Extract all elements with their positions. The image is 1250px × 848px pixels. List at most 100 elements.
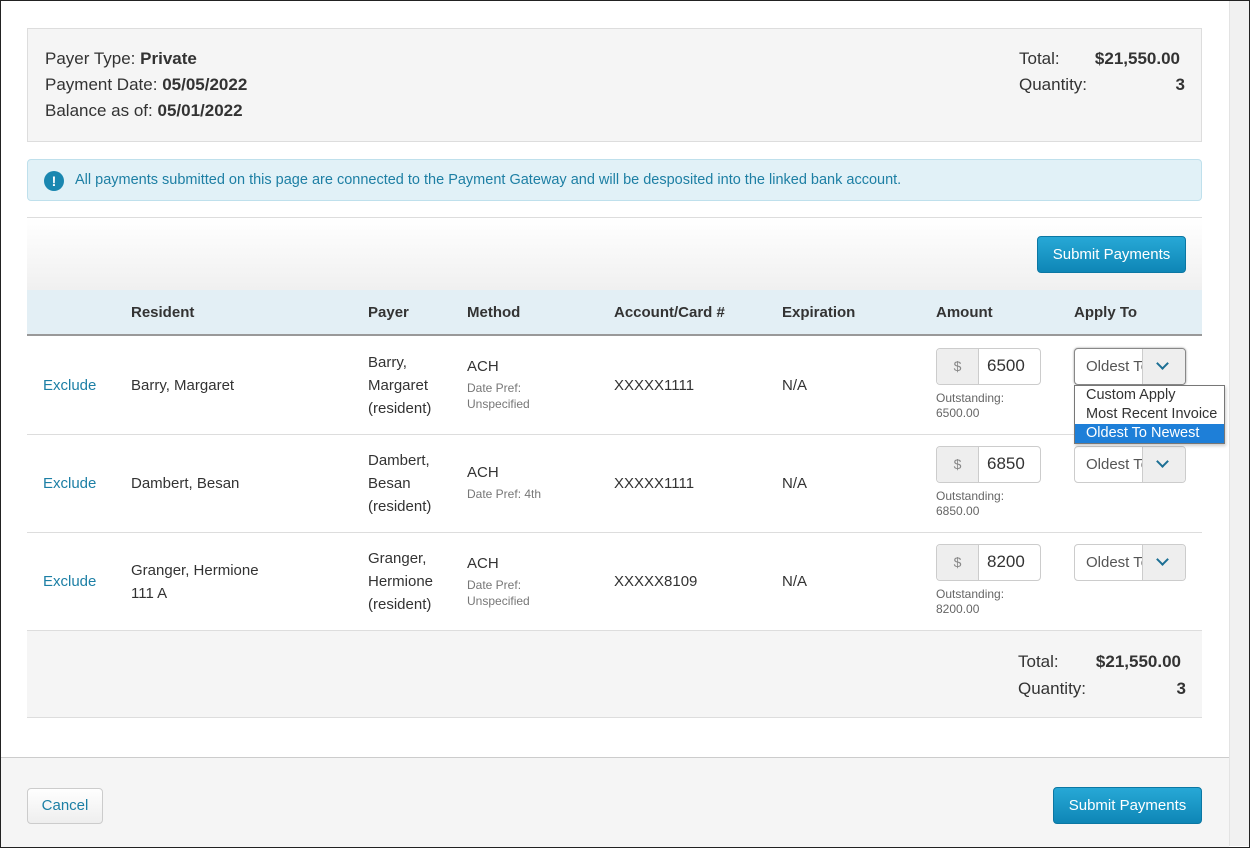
outstanding-label: Outstanding: [936,489,1005,503]
resident-name: Granger, Hermione [131,562,259,579]
account-number: XXXXX8109 [614,573,698,590]
apply-to-select[interactable]: Oldest To Newest [1074,446,1186,483]
dropdown-arrow[interactable] [1142,349,1185,384]
date-pref-label: Date Pref: [467,578,522,592]
payment-summary-panel: Payer Type: Private Payment Date: 05/05/… [27,28,1202,142]
submit-payments-button-bottom[interactable]: Submit Payments [1053,787,1202,824]
apply-to-select[interactable]: Oldest To Newest [1074,544,1186,581]
method-cell: ACH Date Pref: Unspecified [467,355,530,412]
payer-name-line: Besan [368,475,411,492]
table-header: Resident Payer Method Account/Card # Exp… [27,290,1202,336]
outstanding-value: 8200.00 [936,602,980,616]
account-number: XXXXX1111 [614,475,695,492]
payer-type-label: Payer Type: [45,49,136,68]
outstanding-value: 6500.00 [936,406,980,420]
resident-room: 111 A [131,585,168,602]
payer-name-line: Barry, [368,354,407,371]
header-payer: Payer [368,304,409,321]
exclamation-icon: ! [44,171,64,191]
resident-cell: Granger, Hermione 111 A [131,559,259,605]
dropdown-arrow[interactable] [1142,545,1185,580]
account-number: XXXXX1111 [614,377,695,394]
exclude-link[interactable]: Exclude [43,472,96,495]
expiration-value: N/A [782,475,808,492]
payer-type-line: (resident) [368,596,432,613]
amount-input[interactable]: $ 8200 [936,544,1041,581]
payment-date-label: Payment Date: [45,75,158,94]
method-value: ACH [467,358,499,375]
date-pref-label: Date Pref: [467,381,522,395]
outstanding-value: 6850.00 [936,504,980,518]
table-row: Exclude Barry, Margaret Barry, Margaret … [27,337,1202,435]
table-toolbar: Submit Payments [27,217,1202,290]
totals-quantity-value: 3 [1176,679,1186,698]
date-pref-label: Date Pref: 4th [467,487,542,501]
payer-cell: Barry, Margaret (resident) [368,351,431,420]
alert-message: All payments submitted on this page are … [75,172,902,188]
option-custom-apply[interactable]: Custom Apply [1075,386,1224,405]
exclude-link[interactable]: Exclude [43,570,96,593]
method-value: ACH [467,555,499,572]
payer-type-value: Private [140,49,197,68]
header-expiration: Expiration [782,304,856,321]
summary-quantity-value: 3 [1175,75,1185,94]
balance-date-value: 05/01/2022 [157,101,243,120]
exclude-link[interactable]: Exclude [43,374,96,397]
chevron-down-icon [1156,553,1169,566]
table-row: Exclude Granger, Hermione 111 A Granger,… [27,533,1202,631]
balance-label: Balance as of: [45,101,153,120]
apply-to-select[interactable]: Oldest To Newest [1074,348,1186,385]
resident-name: Barry, Margaret [131,377,235,394]
totals-quantity-label: Quantity: [1018,679,1087,698]
payer-name-line: Dambert, [368,452,430,469]
amount-value[interactable]: 8200 [987,552,1025,572]
apply-to-dropdown-menu: Custom Apply Most Recent Invoice Oldest … [1074,385,1225,444]
header-apply-to: Apply To [1074,304,1138,321]
totals-total-value: $21,550.00 [1095,652,1181,671]
payer-type-line: (resident) [368,498,432,515]
header-resident: Resident [131,304,195,321]
amount-input[interactable]: $ 6850 [936,446,1041,483]
amount-input[interactable]: $ 6500 [936,348,1041,385]
header-method: Method [467,304,521,321]
balance-date-line: Balance as of: 05/01/2022 [45,101,243,121]
outstanding-label: Outstanding: [936,391,1005,405]
dropdown-arrow[interactable] [1142,447,1185,482]
apply-to-value: Oldest To Newest [1086,554,1146,571]
totals-panel: Total: $21,550.00 Quantity: 3 [27,631,1202,718]
apply-to-value: Oldest To Newest [1086,358,1146,375]
resident-name: Dambert, Besan [131,475,240,492]
date-pref-value: Unspecified [467,594,530,608]
gateway-info-alert: ! All payments submitted on this page ar… [27,159,1202,201]
outstanding-label: Outstanding: [936,587,1005,601]
payer-cell: Dambert, Besan (resident) [368,449,431,518]
amount-value[interactable]: 6500 [987,356,1025,376]
method-cell: ACH Date Pref: Unspecified [467,552,530,609]
payer-name-line: Hermione [368,573,434,590]
amount-value[interactable]: 6850 [987,454,1025,474]
payment-date-value: 05/05/2022 [162,75,248,94]
chevron-down-icon [1156,357,1169,370]
submit-payments-button-top[interactable]: Submit Payments [1037,236,1186,273]
payer-type-line: Payer Type: Private [45,49,197,69]
summary-total-label: Total: [1019,49,1060,68]
option-most-recent-invoice[interactable]: Most Recent Invoice [1075,405,1224,424]
header-account: Account/Card # [614,304,725,321]
footer-bar: Cancel Submit Payments [1,757,1229,847]
summary-quantity-label: Quantity: [1019,75,1088,94]
date-pref-value: Unspecified [467,397,530,411]
vertical-scrollbar[interactable] [1229,1,1249,846]
chevron-down-icon [1156,455,1169,468]
summary-total-value: $21,550.00 [1094,49,1180,68]
cancel-button[interactable]: Cancel [27,788,103,824]
totals-total-label: Total: [1018,652,1059,671]
table-row: Exclude Dambert, Besan Dambert, Besan (r… [27,435,1202,533]
outstanding-info: Outstanding: 6850.00 [936,489,1004,519]
option-oldest-to-newest[interactable]: Oldest To Newest [1075,424,1224,443]
currency-prefix: $ [937,545,979,580]
payer-name-line: Margaret [368,377,429,394]
method-value: ACH [467,464,499,481]
payer-name-line: Granger, [368,550,427,567]
expiration-value: N/A [782,573,808,590]
payer-cell: Granger, Hermione (resident) [368,547,433,616]
